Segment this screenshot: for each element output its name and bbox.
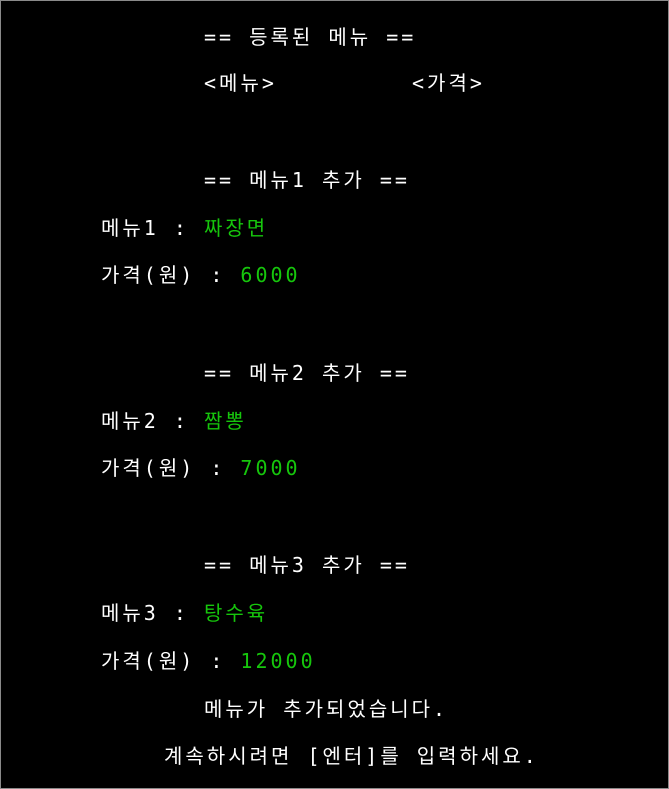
price3-value: 12000 bbox=[240, 649, 316, 673]
menu3-value: 탕수육 bbox=[203, 601, 269, 625]
menu-added-message: 메뉴가 추가되었습니다. bbox=[204, 697, 449, 721]
column-price-label: <가격> bbox=[412, 71, 485, 95]
price3-label: 가격(원) : bbox=[101, 649, 241, 673]
registered-menu-header: == 등록된 메뉴 == bbox=[204, 25, 417, 49]
menu1-value: 짜장면 bbox=[203, 216, 269, 240]
menu3-row: 메뉴3 : 탕수육 bbox=[101, 601, 268, 625]
menu1-label: 메뉴1 : bbox=[101, 216, 204, 240]
menu3-add-header: == 메뉴3 추가 == bbox=[204, 553, 410, 577]
price3-row: 가격(원) : 12000 bbox=[101, 649, 316, 673]
menu2-row: 메뉴2 : 짬뽕 bbox=[101, 409, 247, 433]
menu1-add-header: == 메뉴1 추가 == bbox=[204, 168, 410, 192]
price1-row: 가격(원) : 6000 bbox=[101, 263, 301, 287]
menu1-row: 메뉴1 : 짜장면 bbox=[101, 216, 268, 240]
price1-label: 가격(원) : bbox=[101, 263, 241, 287]
price2-value: 7000 bbox=[240, 456, 301, 480]
column-menu-label: <메뉴> bbox=[204, 71, 277, 95]
menu2-value: 짬뽕 bbox=[203, 409, 247, 433]
continue-prompt: 계속하시려면 [엔터]를 입력하세요. bbox=[164, 744, 539, 768]
menu2-label: 메뉴2 : bbox=[101, 409, 204, 433]
price2-label: 가격(원) : bbox=[101, 456, 241, 480]
menu3-label: 메뉴3 : bbox=[101, 601, 204, 625]
console-window[interactable]: == 등록된 메뉴 == <메뉴> <가격> == 메뉴1 추가 == 메뉴1 … bbox=[0, 0, 669, 789]
price1-value: 6000 bbox=[240, 263, 301, 287]
menu2-add-header: == 메뉴2 추가 == bbox=[204, 361, 410, 385]
price2-row: 가격(원) : 7000 bbox=[101, 456, 301, 480]
